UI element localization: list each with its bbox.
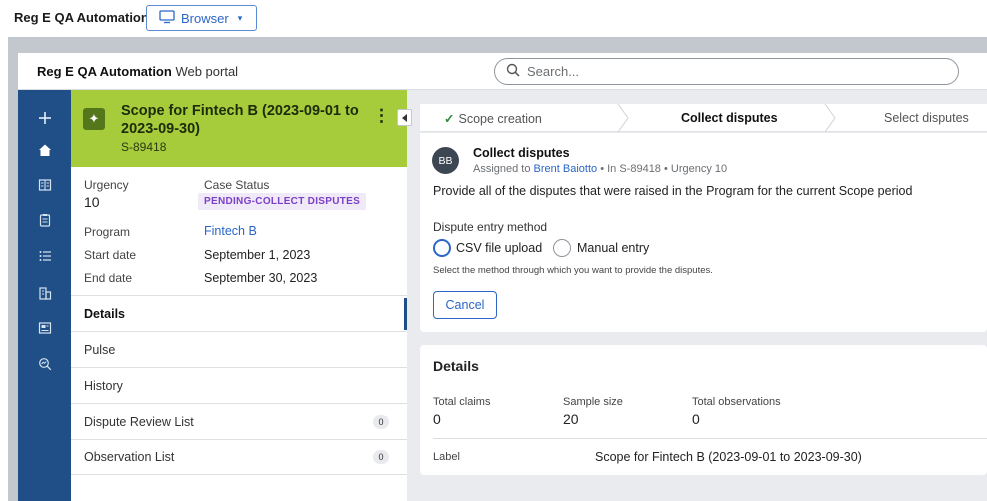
portal-header: Reg E QA Automation Web portal Search... xyxy=(18,53,987,90)
left-nav xyxy=(18,90,71,501)
label-field-label: Label xyxy=(433,451,460,463)
tab-label: History xyxy=(84,378,123,393)
start-date-value: September 1, 2023 xyxy=(204,248,311,262)
stage-select-disputes: Select disputes xyxy=(884,111,969,125)
collapse-panel-button[interactable] xyxy=(397,109,412,126)
assignment-meta: Assigned to Brent Baiotto • In S-89418 •… xyxy=(473,163,727,175)
urgency-label: Urgency xyxy=(84,178,129,192)
meta-prefix: Assigned to xyxy=(473,163,531,175)
total-observations-label: Total observations xyxy=(692,396,781,408)
stage-label: Scope creation xyxy=(458,112,542,126)
chevron-down-icon: ▾ xyxy=(237,12,243,23)
manual-entry-label[interactable]: Manual entry xyxy=(577,241,649,255)
tab-label: Observation List xyxy=(84,450,175,464)
sample-size-value: 20 xyxy=(563,411,579,427)
count-badge: 0 xyxy=(373,450,389,464)
total-claims-value: 0 xyxy=(433,411,441,427)
meta-suffix: • In S-89418 • Urgency 10 xyxy=(600,163,728,175)
csv-upload-radio[interactable] xyxy=(433,239,451,257)
portal-suffix: Web portal xyxy=(175,64,239,79)
details-card: Details Total claims 0 Sample size 20 To… xyxy=(420,345,987,475)
end-date-label: End date xyxy=(84,271,133,285)
building-icon[interactable] xyxy=(18,282,71,304)
details-title: Details xyxy=(433,358,479,374)
label-field-value: Scope for Fintech B (2023-09-01 to 2023-… xyxy=(595,450,862,464)
entry-method-hint: Select the method through which you want… xyxy=(433,265,713,276)
tab-pulse[interactable]: Pulse xyxy=(71,331,407,367)
tab-history[interactable]: History xyxy=(71,367,407,403)
total-claims-label: Total claims xyxy=(433,396,491,408)
start-date-label: Start date xyxy=(84,248,137,262)
checkmark-icon: ✓ xyxy=(444,112,455,126)
chevron-left-icon xyxy=(401,113,407,122)
avatar: BB xyxy=(432,147,459,174)
end-date-value: September 30, 2023 xyxy=(204,271,318,285)
tab-dispute-review-list[interactable]: Dispute Review List 0 xyxy=(71,403,407,439)
tab-label: Details xyxy=(84,306,125,321)
case-summary-panel: ✦ Scope for Fintech B (2023-09-01 to 202… xyxy=(71,90,407,501)
browser-label: Browser xyxy=(181,10,229,26)
assignee-link[interactable]: Brent Baiotto xyxy=(534,163,598,175)
kebab-menu-icon[interactable]: ⋮ xyxy=(373,106,390,126)
assignment-card: BB Collect disputes Assigned to Brent Ba… xyxy=(420,133,987,332)
cancel-button[interactable]: Cancel xyxy=(433,291,497,319)
search-input[interactable]: Search... xyxy=(494,58,959,85)
status-badge: PENDING-COLLECT DISPUTES xyxy=(198,193,367,210)
dashboard-icon[interactable] xyxy=(18,317,71,339)
search-placeholder: Search... xyxy=(527,64,580,79)
divider xyxy=(433,438,987,439)
clipboard-icon[interactable] xyxy=(18,209,71,231)
stage-chevrons: ✓ Scope creation Collect disputes Select … xyxy=(420,104,987,132)
count-badge: 0 xyxy=(373,414,389,429)
top-bar: Reg E QA Automation Browser ▾ xyxy=(0,0,987,36)
urgency-value: 10 xyxy=(84,194,100,210)
entry-method-label: Dispute entry method xyxy=(433,220,548,234)
manual-entry-radio[interactable] xyxy=(553,239,571,257)
case-title: Scope for Fintech B (2023-09-01 to 2023-… xyxy=(121,103,359,137)
list-icon[interactable] xyxy=(18,245,71,267)
instructions-text: Provide all of the disputes that were ra… xyxy=(433,184,913,198)
stage-collect-disputes: Collect disputes xyxy=(681,111,778,125)
plus-icon[interactable] xyxy=(18,107,71,129)
case-type-icon: ✦ xyxy=(83,108,105,130)
portal-title: Reg E QA Automation Web portal xyxy=(37,64,238,79)
tab-details[interactable]: Details xyxy=(71,295,407,331)
tab-observation-list[interactable]: Observation List 0 xyxy=(71,439,407,475)
browser-button[interactable]: Browser ▾ xyxy=(146,5,257,31)
tab-label: Dispute Review List xyxy=(84,414,194,429)
book-icon[interactable] xyxy=(18,174,71,196)
program-link[interactable]: Fintech B xyxy=(204,224,257,238)
assignment-title: Collect disputes xyxy=(473,146,570,160)
csv-upload-label[interactable]: CSV file upload xyxy=(456,241,542,255)
monitor-icon xyxy=(159,9,175,27)
stage-separator-icon xyxy=(617,104,629,132)
home-icon[interactable] xyxy=(18,139,71,161)
case-header: ✦ Scope for Fintech B (2023-09-01 to 202… xyxy=(71,90,407,167)
tab-label: Pulse xyxy=(84,342,116,357)
total-observations-value: 0 xyxy=(692,411,700,427)
case-status-label: Case Status xyxy=(204,178,270,192)
program-label: Program xyxy=(84,225,131,239)
portal-name: Reg E QA Automation xyxy=(37,64,172,79)
stage-scope-creation: ✓ Scope creation xyxy=(444,111,542,126)
sample-size-label: Sample size xyxy=(563,396,623,408)
case-id: S-89418 xyxy=(121,140,167,154)
stage-separator-icon xyxy=(824,104,836,132)
app-name: Reg E QA Automation xyxy=(14,10,149,25)
search-analytics-icon[interactable] xyxy=(18,353,71,375)
search-icon xyxy=(506,63,520,80)
